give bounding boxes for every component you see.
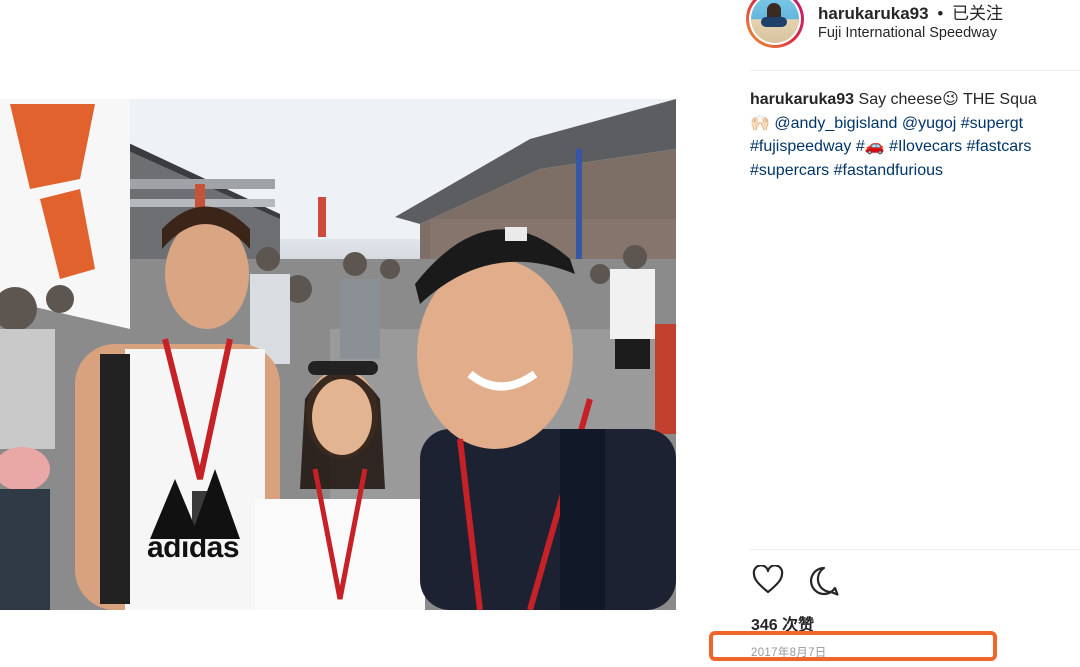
hashtag-fastcars[interactable]: #fastcars: [967, 138, 1032, 155]
shirt-text: adidas: [147, 531, 240, 564]
hashtag-supergt[interactable]: #supergt: [961, 115, 1023, 132]
hashtag-car-emoji[interactable]: #🚗: [856, 138, 885, 155]
caption-text: Say cheese😉 THE Squa: [858, 91, 1037, 108]
caption-line-4: #supercars #fastandfurious: [750, 159, 1080, 183]
follow-button[interactable]: 已关注: [952, 4, 1003, 23]
header-divider: [750, 70, 1080, 71]
avatar-image: [751, 0, 799, 43]
user-line: harukaruka93 • 已关注: [818, 0, 1003, 24]
heart-icon[interactable]: [752, 564, 786, 599]
mention-yugoj[interactable]: @yugoj: [902, 115, 957, 132]
caption-line-3: #fujispeedway #🚗 #Ilovecars #fastcars: [750, 135, 1080, 159]
avatar-ring: [749, 0, 801, 45]
location-link[interactable]: Fuji International Speedway: [818, 25, 997, 41]
caption-username-link[interactable]: harukaruka93: [750, 91, 854, 108]
mention-andy[interactable]: @andy_bigisland: [774, 115, 897, 132]
comment-bubble-icon[interactable]: [808, 565, 842, 599]
username-link[interactable]: harukaruka93: [818, 4, 929, 23]
raised-hands-emoji: 🙌🏻: [750, 114, 770, 132]
hashtag-ilovecars[interactable]: #Ilovecars: [889, 138, 962, 155]
hashtag-fujispeedway[interactable]: #fujispeedway: [750, 138, 851, 155]
hashtag-supercars[interactable]: #supercars: [750, 162, 829, 179]
separator-dot: •: [937, 4, 944, 23]
post-caption: harukaruka93 Say cheese😉 THE Squa 🙌🏻 @an…: [750, 88, 1080, 182]
hashtag-fastandfurious[interactable]: #fastandfurious: [834, 162, 943, 179]
caption-line-1: harukaruka93 Say cheese😉 THE Squa: [750, 88, 1080, 112]
actions-divider: [750, 549, 1080, 550]
avatar[interactable]: [746, 0, 804, 48]
post-header: harukaruka93 • 已关注 Fuji International Sp…: [746, 0, 1080, 70]
post-media-area: adidas: [0, 0, 736, 667]
post-photo[interactable]: adidas: [0, 99, 676, 610]
post-date: 2017年8月7日: [751, 647, 827, 659]
caption-line-2: 🙌🏻 @andy_bigisland @yugoj #supergt: [750, 112, 1080, 136]
